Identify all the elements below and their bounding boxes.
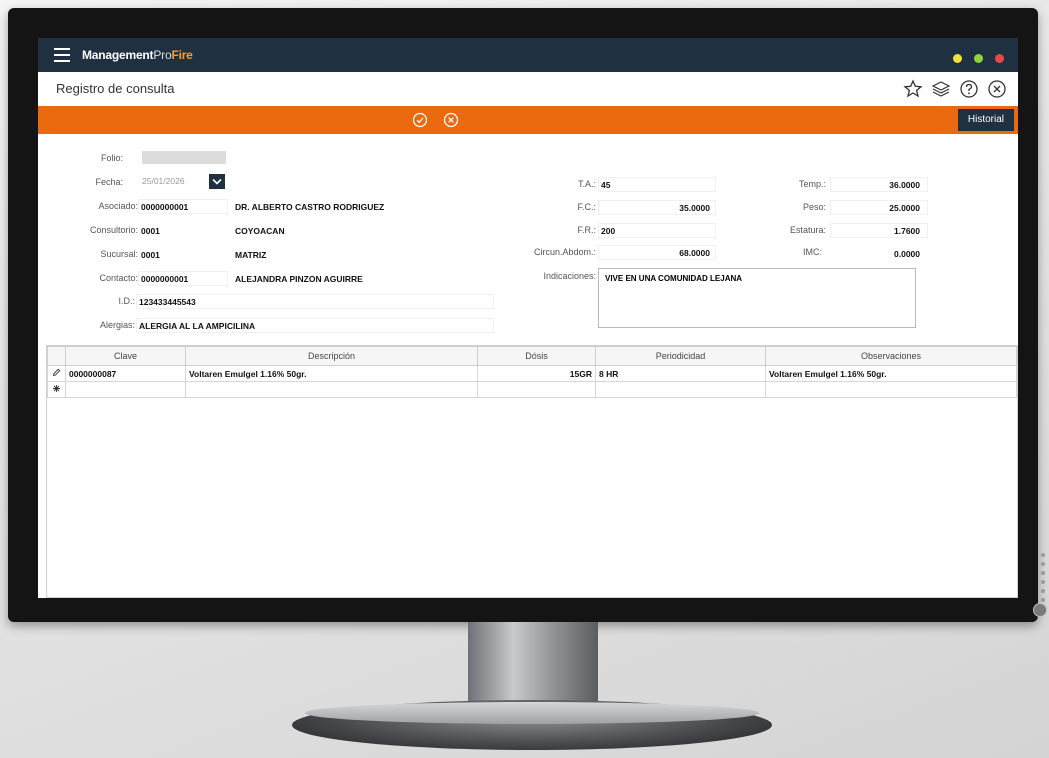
column-header-dosis[interactable]: Dósis: [477, 346, 596, 366]
peso-value: 25.0000: [889, 203, 920, 213]
sucursal-name: MATRIZ: [235, 250, 267, 260]
app-logo: ManagementProFire: [82, 48, 193, 62]
app-screen: ManagementProFire Registro de consulta H…: [38, 38, 1018, 598]
estatura-label: Estatura:: [789, 225, 826, 235]
cell-descripcion[interactable]: Voltaren Emulgel 1.16% 50gr.: [185, 365, 478, 382]
consultorio-name: COYOACAN: [235, 226, 285, 236]
asociado-name: DR. ALBERTO CASTRO RODRIGUEZ: [235, 202, 385, 212]
page-title: Registro de consulta: [56, 81, 175, 96]
power-button-icon: [1033, 603, 1047, 617]
consultorio-code[interactable]: 0001: [141, 226, 160, 236]
fr-value: 200: [601, 226, 616, 236]
id-value: 123433445543: [139, 297, 196, 307]
close-dot[interactable]: [995, 54, 1004, 63]
layers-icon[interactable]: [930, 78, 952, 100]
medication-grid: Clave Descripción Dósis Periodicidad Obs…: [46, 345, 1018, 598]
maximize-dot[interactable]: [974, 54, 983, 63]
alergias-label: Alergias:: [99, 320, 135, 330]
ta-field[interactable]: [598, 177, 716, 192]
peso-label: Peso:: [802, 202, 826, 212]
new-cell-periodicidad[interactable]: [595, 381, 766, 398]
column-header-periodicidad[interactable]: Periodicidad: [595, 346, 766, 366]
monitor-side-dots: [1041, 553, 1045, 607]
new-cell-observaciones[interactable]: [765, 381, 1017, 398]
fc-label: F.C.:: [577, 202, 596, 212]
contacto-code: 0000000001: [141, 274, 189, 284]
indicaciones-label: Indicaciones:: [543, 271, 596, 281]
asociado-label: Asociado:: [98, 201, 138, 211]
cell-periodicidad[interactable]: 8 HR: [595, 365, 766, 382]
new-row-icon: [47, 381, 66, 398]
consultorio-label: Consultorio:: [89, 225, 138, 235]
circun-value: 68.0000: [679, 248, 710, 258]
fecha-label: Fecha:: [95, 177, 123, 187]
column-header-clave[interactable]: Clave: [65, 346, 186, 366]
fc-value: 35.0000: [679, 203, 710, 213]
column-header-descripcion[interactable]: Descripción: [185, 346, 478, 366]
monitor-base-top: [305, 702, 759, 724]
fr-label: F.R.:: [577, 225, 596, 235]
folio-field[interactable]: [142, 151, 226, 164]
monitor-neck: [468, 622, 598, 708]
historial-button[interactable]: Historial: [957, 109, 1014, 131]
fecha-field[interactable]: 25/01/2026: [142, 176, 185, 186]
edit-pencil-icon: [47, 365, 66, 382]
ta-label: T.A.:: [577, 179, 596, 189]
imc-value: 0.0000: [894, 249, 920, 259]
folio-label: Folio:: [100, 153, 123, 163]
sucursal-code[interactable]: 0001: [141, 250, 160, 260]
close-icon[interactable]: [986, 78, 1008, 100]
menu-icon[interactable]: [54, 48, 70, 66]
new-cell-descripcion[interactable]: [185, 381, 478, 398]
cell-clave[interactable]: 0000000087: [65, 365, 186, 382]
circun-label: Circun.Abdom.:: [533, 247, 596, 257]
title-bar: ManagementProFire: [38, 38, 1018, 72]
ta-value: 45: [601, 180, 611, 190]
grid-corner: [47, 346, 66, 366]
alergias-value: ALERGIA AL LA AMPICILINA: [139, 321, 256, 331]
new-cell-clave[interactable]: [65, 381, 186, 398]
window-controls: [941, 50, 1004, 68]
column-header-observaciones[interactable]: Observaciones: [765, 346, 1017, 366]
calendar-icon[interactable]: [209, 174, 225, 189]
check-icon[interactable]: [412, 112, 428, 128]
estatura-value: 1.7600: [894, 226, 920, 236]
temp-value: 36.0000: [889, 180, 920, 190]
contacto-name: ALEJANDRA PINZON AGUIRRE: [235, 274, 363, 284]
indicaciones-textarea[interactable]: VIVE EN UNA COMUNIDAD LEJANA: [598, 268, 916, 328]
action-bar: Historial: [38, 106, 1018, 134]
imc-label: IMC:: [803, 247, 822, 257]
cell-observaciones[interactable]: Voltaren Emulgel 1.16% 50gr.: [765, 365, 1017, 382]
cell-dosis[interactable]: 15GR: [477, 365, 596, 382]
sucursal-label: Sucursal:: [100, 249, 138, 259]
fr-field[interactable]: [598, 223, 716, 238]
minimize-dot[interactable]: [953, 54, 962, 63]
contacto-label: Contacto:: [99, 273, 138, 283]
id-label: I.D.:: [118, 296, 135, 306]
asociado-code: 0000000001: [141, 202, 189, 212]
help-icon[interactable]: [958, 78, 980, 100]
grid-header-row: Clave Descripción Dósis Periodicidad Obs…: [47, 346, 1017, 366]
table-row[interactable]: 0000000087 Voltaren Emulgel 1.16% 50gr. …: [47, 365, 1017, 382]
header-toolbar: [902, 78, 1008, 100]
page-header: Registro de consulta: [38, 72, 1018, 107]
cancel-icon[interactable]: [443, 112, 459, 128]
new-cell-dosis[interactable]: [477, 381, 596, 398]
temp-label: Temp.:: [798, 179, 826, 189]
star-icon[interactable]: [902, 78, 924, 100]
new-table-row[interactable]: [47, 381, 1017, 398]
